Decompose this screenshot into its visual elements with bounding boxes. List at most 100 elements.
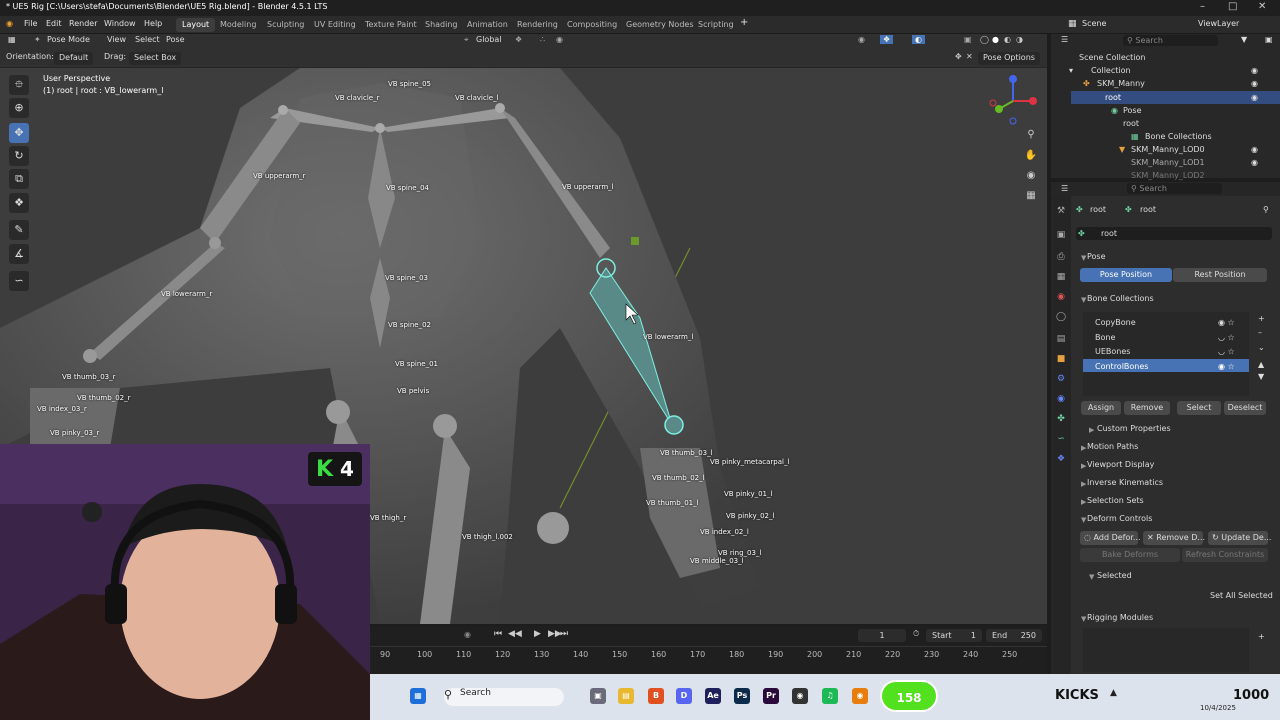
tab-sculpting[interactable]: Sculpting <box>261 18 310 32</box>
xray-icon[interactable]: ▣ <box>964 35 972 44</box>
outliner-item[interactable]: root <box>1123 119 1139 128</box>
outliner-item[interactable]: Bone Collections <box>1145 132 1212 141</box>
jump-start-icon[interactable]: ⏮ <box>494 629 502 639</box>
bone-collection-item[interactable]: Bone <box>1095 333 1115 342</box>
obs-icon[interactable]: ◉ <box>792 688 808 704</box>
tab-scripting[interactable]: Scripting <box>692 18 740 32</box>
tab-geometry-nodes[interactable]: Geometry Nodes <box>620 18 699 32</box>
visibility-eye-icon[interactable]: ◉ <box>1251 79 1258 88</box>
menu-edit[interactable]: Edit <box>46 19 62 28</box>
bake-deforms-button[interactable]: Bake Deforms <box>1080 548 1180 562</box>
properties-search-input[interactable]: ⚲ Search <box>1127 183 1222 194</box>
add-workspace-icon[interactable]: + <box>740 17 748 28</box>
photoshop-icon[interactable]: Ps <box>734 688 750 704</box>
outliner-search-input[interactable]: ⚲ Search <box>1123 35 1218 46</box>
render-tab-icon[interactable]: ▣ <box>1051 230 1071 240</box>
remove-button[interactable]: Remove <box>1124 401 1170 415</box>
object-tab-icon[interactable]: ■ <box>1051 354 1071 364</box>
outliner-item[interactable]: SKM_Manny_LOD0 <box>1131 145 1205 154</box>
viewport-display-section-header[interactable]: Viewport Display <box>1087 460 1154 469</box>
menu-help[interactable]: Help <box>144 19 162 28</box>
constraint-tab-icon[interactable]: ❖ <box>1051 454 1071 464</box>
tab-layout[interactable]: Layout <box>176 18 216 32</box>
tab-compositing[interactable]: Compositing <box>561 18 623 32</box>
move-down-icon[interactable]: ▼ <box>1258 372 1264 381</box>
overlay-toggle-icon[interactable]: ◐ <box>912 35 925 44</box>
outliner-item[interactable]: SKM_Manny <box>1097 79 1145 88</box>
modifier-tab-icon[interactable]: ⚙ <box>1051 374 1071 384</box>
perspective-toggle-icon[interactable]: ▦ <box>1023 190 1039 206</box>
tab-modeling[interactable]: Modeling <box>214 18 262 32</box>
add-collection-icon[interactable]: + <box>1258 314 1265 323</box>
blender-taskbar-icon[interactable]: ◉ <box>852 688 868 704</box>
output-tab-icon[interactable]: ⎙ <box>1051 252 1071 262</box>
armature-name-field[interactable]: ✤ root <box>1076 227 1272 240</box>
physics-tab-icon[interactable]: ◉ <box>1051 394 1071 404</box>
scene-tab-icon[interactable]: ◉ <box>1051 292 1071 302</box>
menu-file[interactable]: File <box>24 19 37 28</box>
outliner-selected-row[interactable]: root <box>1071 91 1280 104</box>
outliner-item[interactable]: Pose <box>1123 106 1142 115</box>
visibility-icon[interactable]: ◉ <box>858 35 865 44</box>
orientation-dropdown[interactable]: Default <box>54 52 94 65</box>
after-effects-icon[interactable]: Ae <box>705 688 721 704</box>
system-tray-icons[interactable]: ▲ <box>1110 688 1117 698</box>
blender-logo-icon[interactable]: ◉ <box>6 19 13 28</box>
bone-collection-item[interactable]: UEBones <box>1095 347 1130 356</box>
minimize-icon[interactable]: – <box>1200 1 1205 12</box>
outliner-item[interactable]: SKM_Manny_LOD1 <box>1131 158 1205 167</box>
windows-start-icon[interactable]: ▦ <box>410 688 426 704</box>
selection-sets-arrow-icon[interactable]: ▶ <box>1081 497 1086 506</box>
gizmo-toggle-icon[interactable]: ❖ <box>880 35 894 44</box>
view-menu[interactable]: View <box>107 35 126 44</box>
premiere-icon[interactable]: Pr <box>763 688 779 704</box>
solid-shading-icon[interactable]: ● <box>992 35 999 44</box>
tab-texture-paint[interactable]: Texture Paint <box>359 18 423 32</box>
move-up-icon[interactable]: ▲ <box>1258 360 1264 369</box>
scale-tool-icon[interactable]: ⧉ <box>9 169 29 189</box>
deform-controls-section-header[interactable]: Deform Controls <box>1087 514 1152 523</box>
pose-menu[interactable]: Pose <box>166 35 185 44</box>
assign-button[interactable]: Assign <box>1081 401 1121 415</box>
current-frame-field[interactable]: 1 <box>858 629 906 642</box>
tab-animation[interactable]: Animation <box>461 18 514 32</box>
selected-subsection-header[interactable]: Selected <box>1097 571 1132 580</box>
jump-end-icon[interactable]: ⏭ <box>560 629 568 639</box>
visibility-eye-icon[interactable]: ◉ ☆ <box>1218 362 1235 371</box>
visibility-eye-icon[interactable]: ◉ <box>1251 145 1258 154</box>
brave-browser-icon[interactable]: B <box>648 688 664 704</box>
update-deform-button[interactable]: ↻ Update De... <box>1208 531 1271 545</box>
zoom-icon[interactable]: ⚲ <box>1023 129 1039 145</box>
viewport-display-arrow-icon[interactable]: ▶ <box>1081 461 1086 470</box>
pose-position-button[interactable]: Pose Position <box>1080 268 1172 282</box>
outliner-item[interactable]: Scene Collection <box>1079 53 1146 62</box>
maximize-icon[interactable]: □ <box>1228 1 1237 12</box>
rotate-tool-icon[interactable]: ↻ <box>9 146 29 166</box>
cursor-tool-icon[interactable]: ⊕ <box>9 98 29 118</box>
visibility-eye-icon[interactable]: ◡ ☆ <box>1218 333 1235 342</box>
expand-icon[interactable]: ▾ <box>1069 66 1073 75</box>
select-tool-icon[interactable]: ⯐ <box>9 75 29 95</box>
timeline[interactable]: ◉ ⏮ ◀◀ ▶ ▶▶ ⏭ 1 ⏱ Start 1 End 250 90 100 1… <box>370 626 1047 674</box>
discord-icon[interactable]: D <box>676 688 692 704</box>
material-shading-icon[interactable]: ◐ <box>1004 35 1011 44</box>
add-deform-button[interactable]: ◌ Add Defor... <box>1080 531 1141 545</box>
filter-icon[interactable]: ▼ <box>1241 35 1247 44</box>
annotate-tool-icon[interactable]: ✎ <box>9 220 29 240</box>
pan-hand-icon[interactable]: ✋ <box>1023 150 1039 166</box>
add-module-icon[interactable]: + <box>1258 632 1265 641</box>
move-view-icon[interactable]: ✥ <box>955 52 962 61</box>
rest-position-button[interactable]: Rest Position <box>1173 268 1267 282</box>
outliner-editor-icon[interactable]: ☰ <box>1061 35 1068 44</box>
outliner-item[interactable]: SKM_Manny_LOD2 <box>1131 171 1205 180</box>
select-button[interactable]: Select <box>1177 401 1221 415</box>
proportional-icon[interactable]: ◉ <box>556 35 563 44</box>
move-tool-icon[interactable]: ✥ <box>9 123 29 143</box>
snap-icon[interactable]: ∴ <box>540 35 545 44</box>
pose-section-arrow-icon[interactable]: ▼ <box>1081 253 1086 262</box>
bone-collection-item[interactable]: ControlBones <box>1095 362 1148 371</box>
scene-name[interactable]: Scene <box>1082 19 1106 28</box>
tab-uv-editing[interactable]: UV Editing <box>308 18 362 32</box>
task-view-icon[interactable]: ▣ <box>590 688 606 704</box>
measure-tool-icon[interactable]: ∡ <box>9 244 29 264</box>
